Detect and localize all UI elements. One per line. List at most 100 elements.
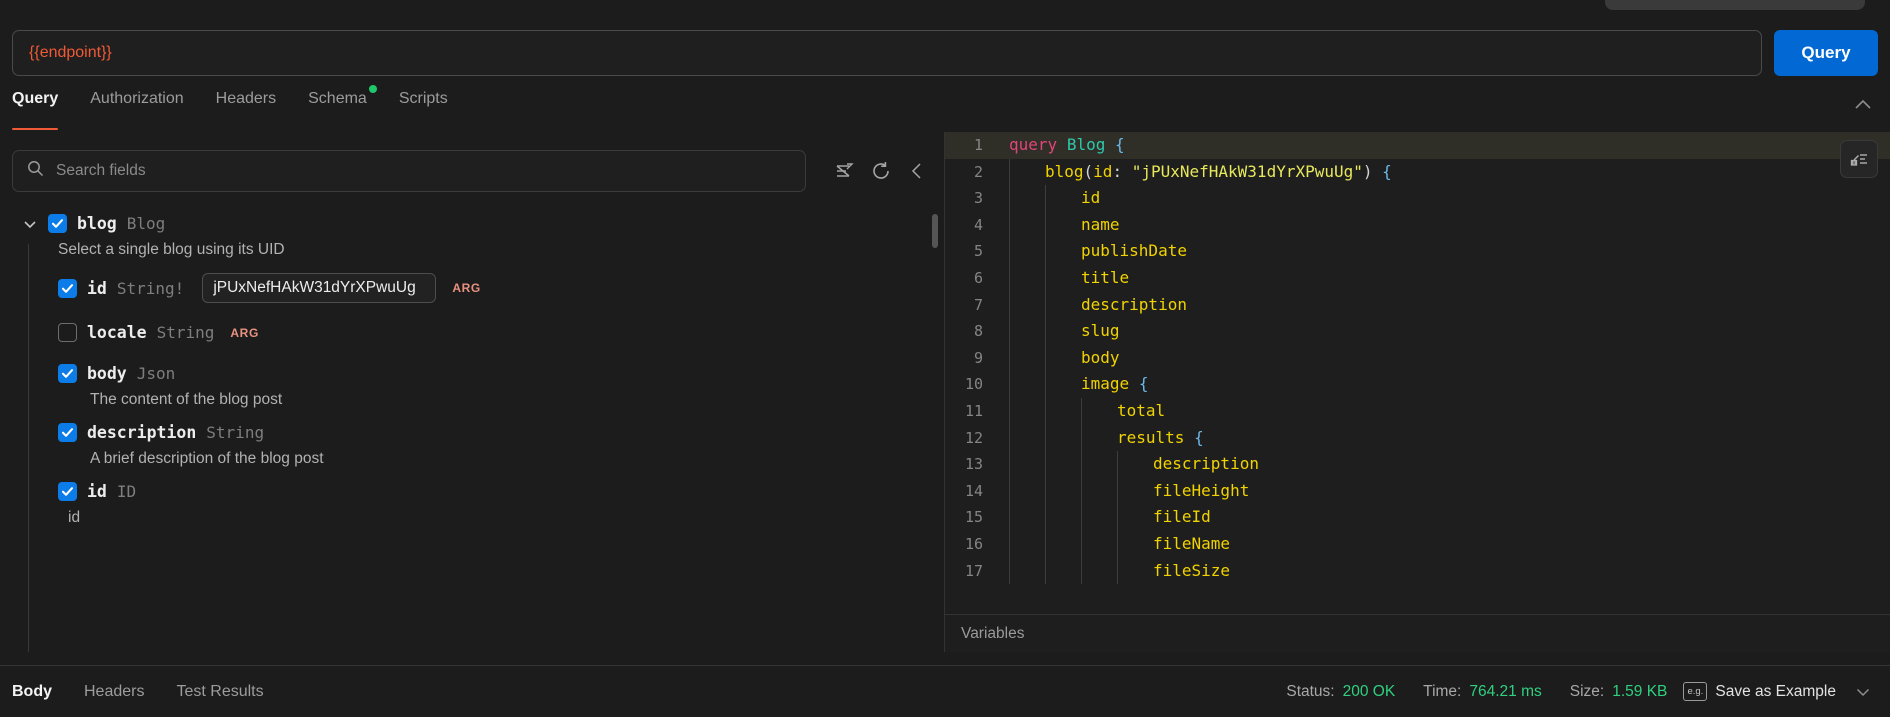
code-tokens: description bbox=[999, 292, 1187, 319]
checkbox-id[interactable] bbox=[58, 482, 77, 501]
indent-guide bbox=[1009, 451, 1010, 478]
line-number: 12 bbox=[964, 428, 983, 447]
code-token: { bbox=[1382, 161, 1392, 181]
checkbox-body[interactable] bbox=[58, 364, 77, 383]
code-tokens: blog(id: "jPUxNefHAkW31dYrXPwuUg") { bbox=[999, 159, 1392, 186]
line-number: 1 bbox=[973, 136, 983, 154]
save-as-example-button[interactable]: Save as Example bbox=[1715, 683, 1836, 701]
tab-body[interactable]: Body bbox=[12, 683, 52, 701]
indent-guide bbox=[1117, 477, 1118, 505]
indent-guide bbox=[1081, 530, 1082, 558]
line-number: 9 bbox=[973, 348, 983, 367]
field-row-body[interactable]: body Json bbox=[58, 364, 944, 383]
code-token: image bbox=[1081, 374, 1130, 394]
tree-guide-line bbox=[28, 244, 29, 652]
checkbox-description[interactable] bbox=[58, 423, 77, 442]
line-number: 16 bbox=[964, 534, 983, 553]
code-token: query bbox=[1009, 135, 1058, 154]
endpoint-row: {{endpoint}} Query bbox=[12, 30, 1878, 76]
field-row-id[interactable]: id ID bbox=[58, 482, 944, 501]
chevron-down-icon[interactable] bbox=[1854, 683, 1872, 701]
chevron-up-icon[interactable] bbox=[1852, 94, 1874, 116]
code-tokens: name bbox=[999, 212, 1120, 239]
field-row-blog[interactable]: blog Blog bbox=[22, 214, 944, 233]
time-label: Time: bbox=[1423, 682, 1462, 700]
indent-guide bbox=[1081, 451, 1082, 478]
tab-schema[interactable]: Schema bbox=[308, 85, 377, 128]
line-number: 13 bbox=[964, 455, 983, 474]
checkbox-id-arg[interactable] bbox=[58, 278, 77, 298]
response-status-group: Status: 200 OK Time: 764.21 ms Size: 1.5… bbox=[1286, 682, 1890, 701]
fields-panel-scrollbar[interactable] bbox=[932, 214, 938, 248]
line-number: 10 bbox=[964, 375, 983, 394]
code-tokens: fileSize bbox=[999, 558, 1230, 585]
size-label: Size: bbox=[1569, 682, 1605, 700]
window-tab-stub bbox=[1605, 0, 1865, 10]
chevron-left-icon[interactable] bbox=[904, 158, 930, 184]
code-token: body bbox=[1081, 347, 1120, 367]
code-token: ( bbox=[1083, 161, 1094, 181]
arg-badge: ARG bbox=[452, 281, 481, 295]
sort-off-icon[interactable] bbox=[832, 158, 858, 184]
endpoint-input[interactable]: {{endpoint}} bbox=[12, 30, 1762, 76]
line-number: 6 bbox=[973, 268, 983, 287]
search-fields-input[interactable]: Search fields bbox=[12, 150, 806, 192]
code-tokens: fileName bbox=[999, 531, 1230, 558]
field-type: String bbox=[156, 323, 215, 342]
field-row-id-arg[interactable]: id String! jPUxNefHAkW31dYrXPwuUg ARG bbox=[58, 273, 944, 303]
indent-guide bbox=[1045, 264, 1046, 292]
code-tokens: description bbox=[999, 451, 1259, 478]
tab-scripts[interactable]: Scripts bbox=[399, 90, 448, 128]
tab-response-headers[interactable]: Headers bbox=[84, 683, 144, 701]
indent-guide bbox=[1045, 371, 1046, 398]
prettify-icon[interactable] bbox=[1840, 140, 1878, 178]
indent-guide bbox=[1009, 238, 1010, 265]
checkbox-locale[interactable] bbox=[58, 323, 77, 342]
fields-explorer-panel: Search fields blog Blog Select a single … bbox=[0, 132, 944, 652]
status-value: 200 OK bbox=[1342, 682, 1396, 700]
code-line: 7 description bbox=[945, 291, 1890, 319]
endpoint-value: {{endpoint}} bbox=[29, 44, 112, 61]
line-number: 4 bbox=[973, 215, 983, 234]
code-tokens: id bbox=[999, 185, 1100, 212]
arg-value-input-id[interactable]: jPUxNefHAkW31dYrXPwuUg bbox=[202, 273, 437, 303]
line-number: 2 bbox=[973, 162, 983, 181]
line-number: 7 bbox=[973, 295, 983, 314]
code-token: id bbox=[1093, 161, 1113, 181]
indent-guide bbox=[1117, 530, 1118, 558]
indent-guide bbox=[1045, 238, 1046, 265]
field-type: Blog bbox=[126, 214, 166, 233]
code-line: 3 id bbox=[945, 185, 1890, 212]
code-token: { bbox=[1138, 374, 1149, 394]
request-tabs: Query Authorization Headers Schema Scrip… bbox=[0, 85, 1890, 132]
tab-test-results[interactable]: Test Results bbox=[176, 683, 263, 701]
indent-guide bbox=[1117, 451, 1118, 478]
field-row-description[interactable]: description String bbox=[58, 423, 944, 442]
code-line: 6 title bbox=[945, 264, 1890, 292]
indent-guide bbox=[1009, 344, 1010, 372]
code-line: 1 query Blog { bbox=[945, 132, 1890, 159]
code-token: blog bbox=[1045, 161, 1084, 181]
variables-bar[interactable]: Variables bbox=[945, 614, 1890, 652]
graphql-code[interactable]: 1 query Blog {2 blog(id: "jPUxNefHAkW31dYr… bbox=[945, 132, 1890, 614]
indent-guide bbox=[1117, 557, 1118, 585]
tab-query[interactable]: Query bbox=[12, 90, 59, 130]
tab-headers[interactable]: Headers bbox=[216, 90, 276, 128]
code-line: 2 blog(id: "jPUxNefHAkW31dYrXPwuUg") { bbox=[945, 158, 1890, 186]
schema-status-dot-icon bbox=[368, 85, 377, 93]
chevron-down-icon[interactable] bbox=[22, 216, 38, 232]
field-description-description: A brief description of the blog post bbox=[90, 450, 324, 467]
code-line: 9 body bbox=[945, 344, 1890, 372]
query-send-button[interactable]: Query bbox=[1774, 30, 1878, 76]
code-token: title bbox=[1081, 267, 1130, 287]
refresh-icon[interactable] bbox=[868, 158, 894, 184]
field-name: description bbox=[87, 423, 197, 442]
time-value: 764.21 ms bbox=[1469, 682, 1542, 700]
code-token: Blog bbox=[1066, 135, 1106, 154]
checkbox-blog[interactable] bbox=[48, 214, 67, 233]
indent-guide bbox=[1045, 291, 1046, 319]
field-row-locale[interactable]: locale String ARG bbox=[58, 323, 944, 342]
tab-authorization[interactable]: Authorization bbox=[90, 90, 183, 128]
